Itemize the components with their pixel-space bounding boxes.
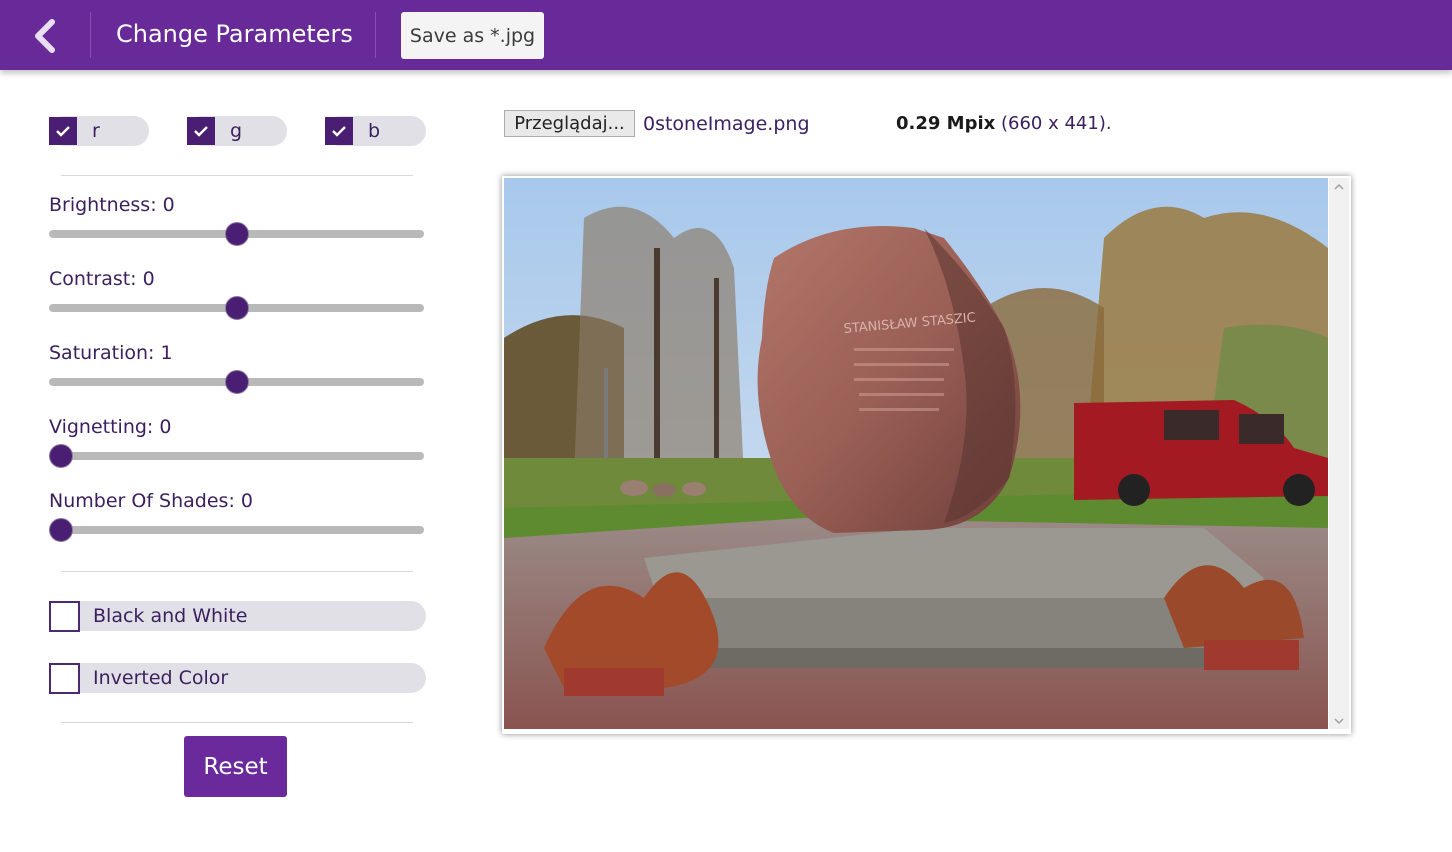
- brightness-label: Brightness: 0: [49, 194, 175, 216]
- preview-image: STANISŁAW STASZIC: [504, 178, 1328, 729]
- check-icon: [332, 126, 346, 137]
- black-white-label: Black and White: [93, 605, 248, 627]
- saturation-slider[interactable]: [49, 370, 424, 394]
- channel-r-checkbox[interactable]: [49, 117, 77, 145]
- black-white-checkbox[interactable]: [49, 601, 80, 632]
- save-as-jpg-button[interactable]: Save as *.jpg: [401, 12, 544, 59]
- vignetting-slider[interactable]: [49, 444, 424, 468]
- saturation-slider-thumb[interactable]: [224, 370, 249, 394]
- back-button[interactable]: [28, 14, 68, 58]
- header-divider: [90, 12, 91, 58]
- vignetting-label: Vignetting: 0: [49, 416, 172, 438]
- preview-photo: STANISŁAW STASZIC: [504, 178, 1328, 729]
- inverted-color-label: Inverted Color: [93, 667, 229, 689]
- file-browse-button[interactable]: Przeglądaj...: [504, 110, 635, 137]
- preview-scrollbar[interactable]: [1329, 178, 1349, 729]
- file-name: 0stoneImage.png: [643, 113, 810, 135]
- contrast-slider-thumb[interactable]: [224, 296, 249, 320]
- channel-b-label: b: [368, 120, 381, 142]
- divider: [61, 722, 413, 723]
- saturation-label: Saturation: 1: [49, 342, 173, 364]
- image-dimensions: (660 x 441).: [995, 113, 1112, 134]
- top-bar: Change Parameters Save as *.jpg: [0, 0, 1452, 70]
- inverted-color-checkbox[interactable]: [49, 663, 80, 694]
- mpix-value: 0.29 Mpix: [896, 113, 996, 134]
- divider: [61, 571, 413, 572]
- reset-button[interactable]: Reset: [184, 736, 287, 797]
- shades-slider[interactable]: [49, 518, 424, 542]
- channel-g-checkbox[interactable]: [187, 117, 215, 145]
- contrast-slider[interactable]: [49, 296, 424, 320]
- channel-g-label: g: [230, 120, 243, 142]
- brightness-slider-thumb[interactable]: [224, 222, 249, 246]
- page-title: Change Parameters: [116, 20, 353, 48]
- channel-b-checkbox[interactable]: [325, 117, 353, 145]
- shades-label: Number Of Shades: 0: [49, 490, 253, 512]
- header-divider: [375, 12, 376, 58]
- divider: [61, 175, 413, 176]
- scroll-up-icon[interactable]: [1333, 182, 1345, 192]
- contrast-label: Contrast: 0: [49, 268, 155, 290]
- channel-r-label: r: [92, 120, 100, 142]
- brightness-slider[interactable]: [49, 222, 424, 246]
- check-icon: [56, 126, 70, 137]
- chevron-left-icon: [35, 19, 55, 53]
- check-icon: [194, 126, 208, 137]
- scroll-down-icon[interactable]: [1333, 716, 1345, 726]
- shades-slider-thumb[interactable]: [49, 518, 73, 542]
- vignetting-slider-thumb[interactable]: [49, 444, 73, 468]
- image-preview-frame: STANISŁAW STASZIC: [502, 176, 1351, 734]
- image-size-info: 0.29 Mpix (660 x 441).: [896, 113, 1112, 134]
